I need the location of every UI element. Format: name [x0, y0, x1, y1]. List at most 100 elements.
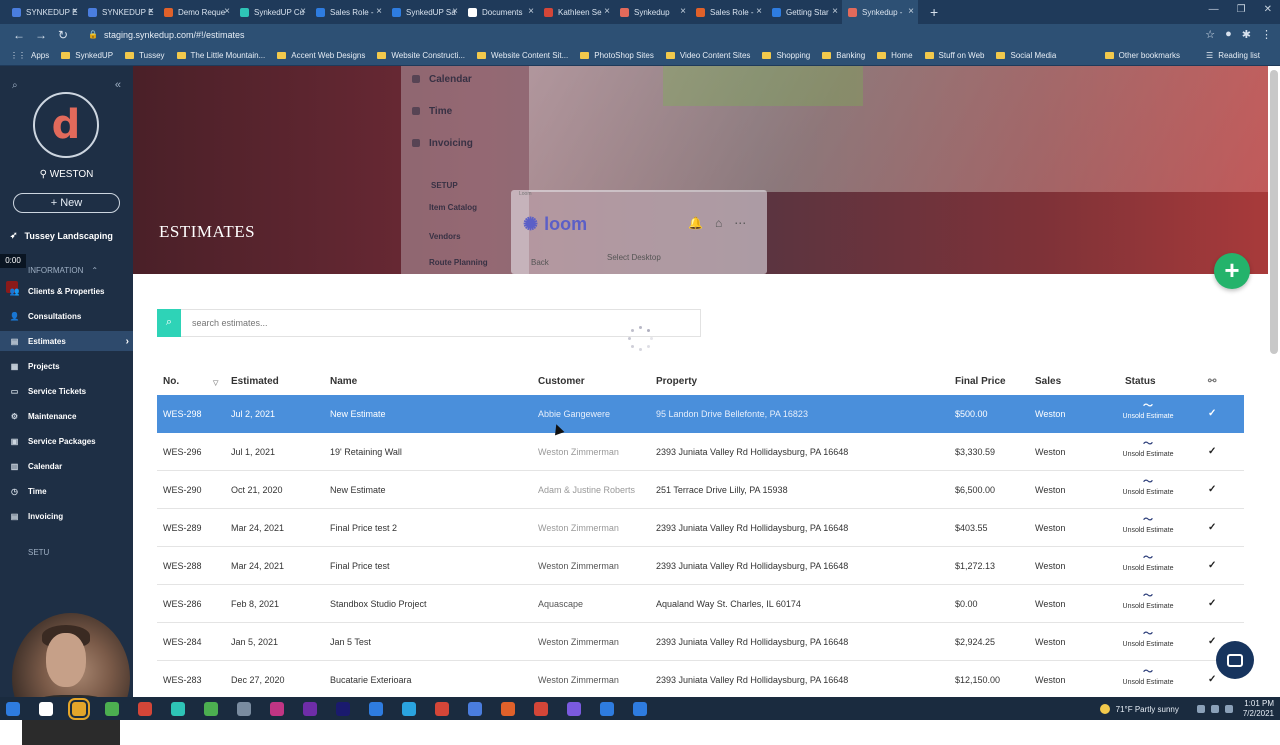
bookmark-item[interactable]: The Little Mountain...: [176, 51, 265, 60]
new-button[interactable]: + New: [13, 193, 120, 213]
status-badge[interactable]: 〜 Unsold Estimate: [1117, 553, 1179, 572]
taskbar-app-icon[interactable]: [435, 701, 449, 716]
header-final-price[interactable]: Final Price: [955, 376, 1006, 387]
status-badge[interactable]: 〜 Unsold Estimate: [1117, 591, 1179, 610]
check-icon[interactable]: ✓: [1208, 674, 1216, 685]
weather-widget[interactable]: 71°F Partly sunny: [1099, 704, 1179, 714]
section-information[interactable]: INFORMATION ⌃: [28, 266, 98, 275]
section-setup[interactable]: SETU: [28, 548, 49, 557]
tab-close-icon[interactable]: ×: [908, 6, 914, 17]
forward-icon[interactable]: →: [30, 28, 52, 42]
sidebar-item-estimates[interactable]: ▤ Estimates ›: [0, 331, 133, 351]
header-property[interactable]: Property: [656, 376, 697, 387]
tab-close-icon[interactable]: ×: [376, 6, 382, 17]
taskbar-app-icon[interactable]: [270, 701, 284, 716]
search-icon[interactable]: ⌕: [12, 80, 18, 91]
taskbar-app-icon[interactable]: [501, 701, 515, 716]
tab-close-icon[interactable]: ×: [72, 6, 78, 17]
reload-icon[interactable]: ↻: [52, 28, 74, 42]
sidebar-item-calendar[interactable]: ▥ Calendar: [0, 456, 133, 476]
home-icon[interactable]: ⌂: [715, 216, 722, 230]
add-estimate-button[interactable]: +: [1214, 253, 1250, 289]
clock[interactable]: 1:01 PM 7/2/2021: [1243, 699, 1274, 719]
taskbar-app-icon[interactable]: [336, 701, 350, 716]
sidebar-item-invoicing[interactable]: ▤ Invoicing: [0, 506, 133, 526]
bookmark-reading-list[interactable]: ☰ Reading list: [1206, 51, 1260, 60]
taskbar-app-icon[interactable]: [303, 701, 317, 716]
battery-icon[interactable]: [1224, 705, 1233, 713]
bookmark-item[interactable]: Tussey: [125, 51, 165, 60]
network-icon[interactable]: [1196, 705, 1205, 713]
taskbar-app-icon[interactable]: [105, 701, 119, 716]
browser-tab[interactable]: SynkedUP Sa ×: [386, 0, 462, 24]
puzzle-icon[interactable]: ✱: [1242, 28, 1251, 41]
taskbar-app-icon[interactable]: [138, 701, 152, 716]
search-input[interactable]: [192, 318, 672, 328]
taskbar-app-icon[interactable]: [468, 701, 482, 716]
bookmark-item[interactable]: Accent Web Designs: [277, 51, 365, 60]
taskbar-app-icon[interactable]: [402, 701, 416, 716]
sidebar-item-service-packages[interactable]: ▣ Service Packages: [0, 431, 133, 451]
sidebar-item-maintenance[interactable]: ⚙ Maintenance: [0, 406, 133, 426]
sidebar-item-consultations[interactable]: 👤 Consultations: [0, 306, 133, 326]
company-switcher[interactable]: ➶ Tussey Landscaping: [10, 230, 113, 241]
status-badge[interactable]: 〜 Unsold Estimate: [1117, 515, 1179, 534]
taskbar-app-icon[interactable]: [204, 701, 218, 716]
bookmark-item[interactable]: Website Content Sit...: [477, 51, 568, 60]
browser-tab[interactable]: Kathleen Se ×: [538, 0, 614, 24]
tab-close-icon[interactable]: ×: [148, 6, 154, 17]
task-view-icon[interactable]: [39, 701, 53, 716]
sidebar-item-time[interactable]: ◷ Time: [0, 481, 133, 501]
tab-close-icon[interactable]: ×: [756, 6, 762, 17]
search-icon[interactable]: ⌕: [157, 308, 181, 337]
taskbar-app-icon[interactable]: [534, 701, 548, 716]
bookmark-item[interactable]: Social Media: [996, 51, 1056, 60]
table-row[interactable]: WES-283 Dec 27, 2020 Bucatarie Exterioara W…: [157, 661, 1244, 699]
check-icon[interactable]: ✓: [1208, 636, 1216, 647]
browser-tab[interactable]: Sales Role - ×: [310, 0, 386, 24]
bookmark-item[interactable]: SynkedUP: [61, 51, 113, 60]
header-customer[interactable]: Customer: [538, 376, 585, 387]
browser-tab[interactable]: Synkedup ×: [614, 0, 690, 24]
browser-tab[interactable]: Documents ×: [462, 0, 538, 24]
tab-close-icon[interactable]: ×: [452, 6, 458, 17]
new-tab-button[interactable]: +: [930, 4, 938, 20]
check-icon[interactable]: ✓: [1208, 484, 1216, 495]
bookmark-apps[interactable]: ⋮⋮ Apps: [10, 51, 49, 60]
bookmark-item[interactable]: Video Content Sites: [665, 51, 750, 60]
sidebar-item-service-tickets[interactable]: ▭ Service Tickets: [0, 381, 133, 401]
chat-button[interactable]: [1216, 641, 1254, 679]
back-icon[interactable]: ←: [8, 28, 30, 42]
browser-tab[interactable]: Sales Role - ×: [690, 0, 766, 24]
volume-icon[interactable]: [1210, 705, 1219, 713]
bookmark-item[interactable]: Shopping: [762, 51, 810, 60]
collapse-sidebar-icon[interactable]: «: [115, 79, 121, 91]
table-row[interactable]: WES-296 Jul 1, 2021 19' Retaining Wall West…: [157, 433, 1244, 471]
table-row[interactable]: WES-289 Mar 24, 2021 Final Price test 2 Wes…: [157, 509, 1244, 547]
tab-close-icon[interactable]: ×: [300, 6, 306, 17]
bookmark-item[interactable]: Banking: [822, 51, 865, 60]
taskbar-app-icon[interactable]: [567, 701, 581, 716]
minimize-icon[interactable]: —: [1209, 4, 1219, 15]
loom-back-button[interactable]: Back: [531, 258, 549, 267]
status-badge[interactable]: 〜 Unsold Estimate: [1117, 439, 1179, 458]
check-icon[interactable]: ✓: [1208, 560, 1216, 571]
browser-tab[interactable]: Demo Reque ×: [158, 0, 234, 24]
bookmark-item[interactable]: Website Constructi...: [377, 51, 465, 60]
status-badge[interactable]: 〜 Unsold Estimate: [1117, 401, 1179, 420]
scrollbar[interactable]: [1270, 70, 1278, 354]
browser-tab[interactable]: SynkedUP Cu ×: [234, 0, 310, 24]
taskbar-app-icon[interactable]: [369, 701, 383, 716]
tab-close-icon[interactable]: ×: [224, 6, 230, 17]
windows-start-icon[interactable]: [6, 701, 20, 716]
close-icon[interactable]: ✕: [1264, 4, 1272, 15]
sidebar-item-clients-properties[interactable]: 👥 Clients & Properties: [0, 281, 133, 301]
tab-close-icon[interactable]: ×: [680, 6, 686, 17]
taskbar-app-icon[interactable]: [68, 697, 90, 720]
bell-icon[interactable]: 🔔: [688, 216, 703, 230]
sidebar-item-projects[interactable]: ▦ Projects: [0, 356, 133, 376]
check-icon[interactable]: ✓: [1208, 522, 1216, 533]
url-field[interactable]: 🔒 staging.synkedup.com/#!/estimates: [88, 30, 245, 40]
status-badge[interactable]: 〜 Unsold Estimate: [1117, 477, 1179, 496]
sort-icon[interactable]: ▽: [213, 379, 218, 387]
